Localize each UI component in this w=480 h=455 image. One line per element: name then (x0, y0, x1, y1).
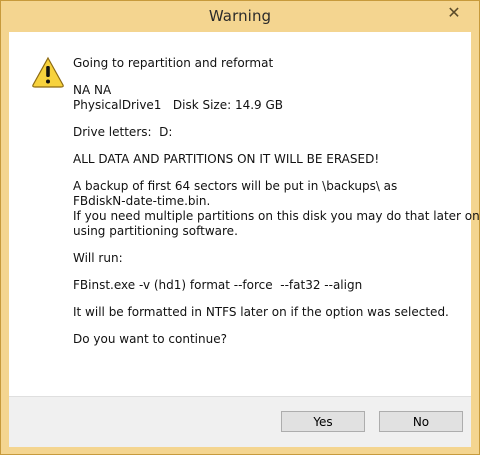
message-line: If you need multiple partitions on this … (73, 209, 480, 223)
message-line: FBinst.exe -v (hd1) format --force --fat… (73, 278, 363, 292)
warning-icon (32, 56, 64, 88)
dialog-content: Going to repartition and reformat NA NA … (9, 32, 480, 396)
close-icon: ✕ (447, 3, 461, 22)
message-line: Drive letters: D: (73, 125, 173, 139)
message-line: It will be formatted in NTFS later on if… (73, 305, 449, 319)
button-bar: Yes No (9, 396, 471, 447)
no-button[interactable]: No (379, 411, 463, 432)
yes-button[interactable]: Yes (281, 411, 365, 432)
close-button[interactable]: ✕ (437, 3, 471, 23)
message-line: Do you want to continue? (73, 332, 227, 346)
message-line: FBdiskN-date-time.bin. (73, 194, 211, 208)
title-bar[interactable]: Warning ✕ (1, 1, 479, 32)
message-line: ALL DATA AND PARTITIONS ON IT WILL BE ER… (73, 152, 380, 166)
window-title: Warning (208, 7, 272, 25)
message-line: using partitioning software. (73, 224, 238, 238)
message-text: Going to repartition and reformat NA NA … (73, 56, 480, 347)
message-line: NA NA (73, 83, 112, 97)
message-line: Going to repartition and reformat (73, 56, 274, 70)
message-line: PhysicalDrive1 Disk Size: 14.9 GB (73, 98, 284, 112)
warning-dialog: Warning ✕ Going to repartition and refor… (0, 0, 480, 455)
message-line: A backup of first 64 sectors will be put… (73, 179, 398, 193)
message-line: Will run: (73, 251, 123, 265)
